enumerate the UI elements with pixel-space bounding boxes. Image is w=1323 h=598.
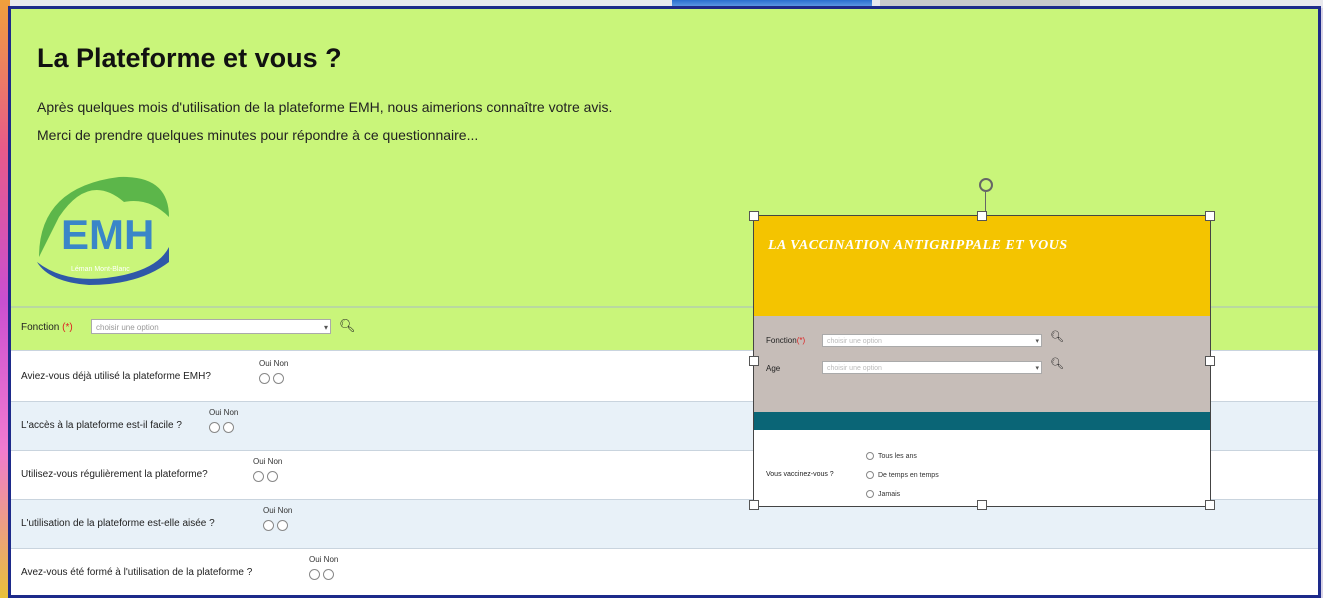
radio-button[interactable]	[866, 490, 874, 498]
question-label: Utilisez-vous régulièrement la plateform…	[21, 469, 208, 480]
fonction-label: Fonction (*)	[21, 322, 73, 333]
card-fonction-select[interactable]: choisir une option ▾	[822, 334, 1042, 347]
emh-logo: EMH Léman Mont-Blanc	[37, 176, 169, 285]
card-age-select[interactable]: choisir une option ▾	[822, 361, 1042, 374]
intro-text-line1: Après quelques mois d'utilisation de la …	[37, 99, 613, 115]
search-icon[interactable]: 🔍︎	[339, 318, 356, 334]
radio-button[interactable]	[866, 471, 874, 479]
vaccin-question-label: Vous vaccinez-vous ?	[766, 471, 834, 478]
resize-handle[interactable]	[1205, 211, 1215, 221]
radio-oui[interactable]	[309, 569, 320, 580]
search-icon[interactable]: 🔍︎	[1050, 330, 1064, 343]
resize-handle[interactable]	[1205, 356, 1215, 366]
radio-non[interactable]	[277, 520, 288, 531]
radio-non[interactable]	[273, 373, 284, 384]
question-label: L'utilisation de la plateforme est-elle …	[21, 518, 215, 529]
svg-text:Léman Mont-Blanc: Léman Mont-Blanc	[71, 266, 130, 273]
resize-handle[interactable]	[977, 211, 987, 221]
question-label: L'accès à la plateforme est-il facile ?	[21, 420, 182, 431]
fonction-select[interactable]: choisir une option ▾	[91, 319, 331, 334]
radio-non[interactable]	[223, 422, 234, 433]
rotate-handle-icon[interactable]	[979, 178, 993, 192]
question-row: Avez-vous été formé à l'utilisation de l…	[11, 548, 1318, 595]
yes-no-label: Oui Non	[259, 359, 289, 368]
yes-no-label: Oui Non	[263, 506, 293, 515]
card-fonction-label: Fonction(*)	[766, 336, 806, 345]
card-form-area: Fonction(*) choisir une option ▾ 🔍︎ Age c…	[754, 316, 1210, 412]
radio-button[interactable]	[866, 452, 874, 460]
chevron-down-icon: ▾	[1035, 338, 1039, 345]
intro-text-line2: Merci de prendre quelques minutes pour r…	[37, 127, 479, 143]
vaccin-option[interactable]: De temps en temps	[866, 471, 939, 479]
card-title: LA VACCINATION ANTIGRIPPALE ET VOUS	[768, 238, 1068, 253]
question-label: Aviez-vous déjà utilisé la plateforme EM…	[21, 371, 211, 382]
radio-oui[interactable]	[259, 373, 270, 384]
resize-handle[interactable]	[749, 356, 759, 366]
page-title: La Plateforme et vous ?	[37, 43, 342, 73]
vaccination-card[interactable]: LA VACCINATION ANTIGRIPPALE ET VOUS Fonc…	[753, 215, 1211, 507]
svg-text:EMH: EMH	[61, 211, 154, 258]
resize-handle[interactable]	[749, 500, 759, 510]
card-age-label: Age	[766, 364, 781, 373]
radio-non[interactable]	[267, 471, 278, 482]
radio-oui[interactable]	[263, 520, 274, 531]
card-separator-bar	[754, 412, 1210, 430]
search-icon[interactable]: 🔍︎	[1050, 357, 1064, 370]
radio-non[interactable]	[323, 569, 334, 580]
radio-oui[interactable]	[209, 422, 220, 433]
resize-handle[interactable]	[749, 211, 759, 221]
yes-no-label: Oui Non	[309, 555, 339, 564]
resize-handle[interactable]	[1205, 500, 1215, 510]
vaccin-option[interactable]: Tous les ans	[866, 452, 917, 460]
chevron-down-icon: ▾	[323, 323, 328, 332]
card-header: LA VACCINATION ANTIGRIPPALE ET VOUS	[754, 216, 1210, 316]
vaccin-option[interactable]: Jamais	[866, 490, 900, 498]
resize-handle[interactable]	[977, 500, 987, 510]
radio-oui[interactable]	[253, 471, 264, 482]
question-label: Avez-vous été formé à l'utilisation de l…	[21, 567, 253, 578]
chevron-down-icon: ▾	[1035, 365, 1039, 372]
yes-no-label: Oui Non	[209, 408, 239, 417]
yes-no-label: Oui Non	[253, 457, 283, 466]
